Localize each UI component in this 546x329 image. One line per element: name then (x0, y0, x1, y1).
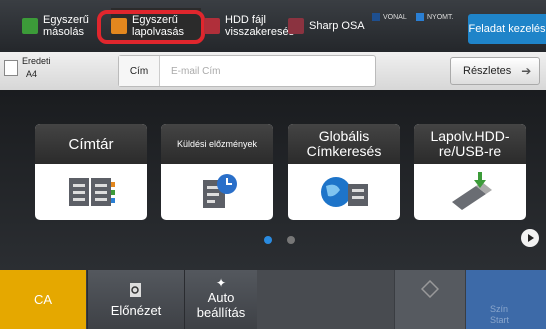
tile-send-history[interactable]: Küldési előzmények (161, 124, 273, 220)
send-history-icon (203, 174, 237, 208)
tile-label: Lapolv.HDD- re/USB-re (414, 124, 526, 164)
tile-label: Küldési előzmények (161, 124, 273, 164)
stop-icon (421, 280, 439, 298)
tab-label: másolás (43, 26, 84, 38)
original-size: A4 (26, 69, 38, 79)
clear-all-button[interactable]: CA (0, 270, 86, 329)
auto-label: beállítás (196, 305, 246, 320)
address-book-icon (69, 178, 115, 206)
tile-label-line: re/USB-re (438, 143, 502, 159)
tile-label-line: Címkeresés (306, 143, 382, 159)
line-status-label: VONAL (383, 13, 407, 21)
tab-easy-copy[interactable]: Egyszerű másolás (22, 8, 89, 44)
tab-label: visszakeresés (225, 26, 295, 38)
bottom-bar: CA Előnézet ✦ Auto beállítás Szín Start (0, 270, 546, 329)
tile-label-line: Globális (318, 128, 370, 144)
tab-sharp-osa[interactable]: Sharp OSA (288, 8, 365, 44)
tab-label: HDD fájl (225, 14, 266, 26)
tile-global-address-search[interactable]: Globális Címkeresés (288, 124, 400, 220)
address-label: Cím (119, 56, 160, 86)
play-icon (528, 234, 534, 242)
address-field[interactable]: Cím E-mail Cím (118, 55, 376, 87)
start-label: Szín (490, 304, 509, 314)
auto-setting-button[interactable]: ✦ Auto beállítás (184, 270, 257, 329)
original-setting[interactable]: Eredeti A4 (4, 56, 116, 86)
print-indicator-icon (416, 13, 424, 21)
copy-icon (22, 18, 38, 34)
tile-address-book[interactable]: Címtár (35, 124, 147, 220)
hdd-icon (204, 18, 220, 34)
line-indicator-icon (372, 13, 380, 21)
print-status: NYOMT. (416, 13, 453, 21)
arrow-right-icon: ➔ (521, 64, 532, 78)
original-label: Eredeti (22, 56, 51, 66)
tab-label: Egyszerű (43, 14, 89, 26)
page-indicator[interactable] (287, 236, 295, 244)
job-status-button[interactable]: Feladat kezelés (468, 14, 546, 44)
tab-hdd-search[interactable]: HDD fájl visszakeresés (204, 8, 294, 44)
tile-scan-to-hdd-usb[interactable]: Lapolv.HDD- re/USB-re (414, 124, 526, 220)
stop-button[interactable] (395, 270, 465, 329)
color-start-button[interactable]: Szín Start (466, 270, 546, 329)
sparkle-icon: ✦ (215, 276, 227, 290)
start-label: Start (490, 315, 510, 325)
preview-button[interactable]: Előnézet (87, 270, 184, 329)
tile-label: Globális Címkeresés (288, 124, 400, 164)
mode-tab-bar: Egyszerű másolás Egyszerű lapolvasás HDD f… (0, 0, 546, 52)
details-button[interactable]: Részletes ➔ (450, 57, 540, 85)
details-label: Részletes (463, 65, 512, 77)
preview-label: Előnézet (110, 303, 162, 318)
line-status: VONAL (372, 13, 407, 21)
shortcut-area: Címtár Küldési előzmények Globális Címke… (0, 90, 546, 270)
email-address-input[interactable]: E-mail Cím (171, 56, 220, 86)
tile-label-line: Lapolv.HDD- (430, 128, 510, 144)
osa-icon (288, 18, 304, 34)
info-bar: Eredeti A4 Cím E-mail Cím Részletes ➔ (0, 52, 546, 91)
empty-slot (257, 270, 394, 329)
tab-label: Sharp OSA (309, 20, 365, 32)
selected-tab-highlight (97, 10, 205, 44)
global-search-icon (321, 177, 368, 207)
usb-icon (452, 172, 492, 210)
page-indicator-active[interactable] (264, 236, 272, 244)
next-page-button[interactable] (521, 229, 539, 247)
print-status-label: NYOMT. (427, 13, 454, 21)
preview-icon (130, 283, 141, 297)
auto-label: Auto (207, 290, 235, 305)
document-icon (4, 60, 18, 76)
tile-label: Címtár (35, 124, 147, 164)
